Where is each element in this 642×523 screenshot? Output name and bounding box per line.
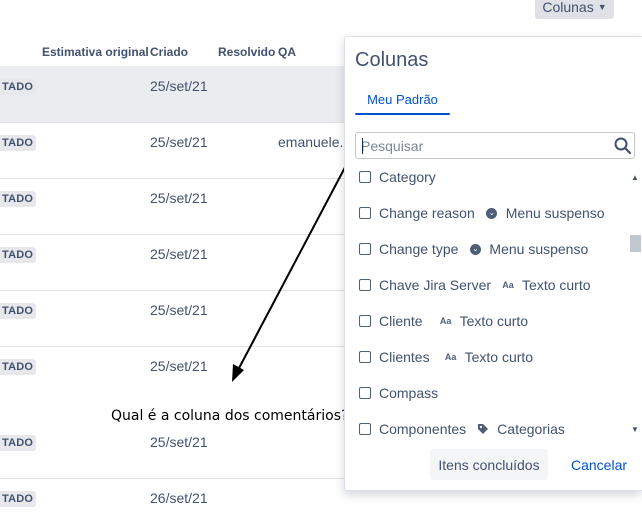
checkbox[interactable] <box>359 315 371 327</box>
tab-active-indicator <box>355 113 450 115</box>
column-name: Clientes <box>379 349 430 365</box>
search-icon[interactable] <box>613 136 633 156</box>
created-date: 25/set/21 <box>150 190 208 206</box>
column-header-original-estimate[interactable]: Estimativa original <box>42 45 149 59</box>
created-date: 25/set/21 <box>150 302 208 318</box>
checkbox[interactable] <box>359 171 371 183</box>
chevron-down-icon: ▼ <box>597 1 607 12</box>
dropdown-icon: ⌄ <box>486 207 498 219</box>
created-date: 25/set/21 <box>150 358 208 374</box>
list-item[interactable]: Componentes Categorias <box>359 419 565 439</box>
list-item[interactable]: Chave Jira Server Aa Texto curto <box>359 275 591 295</box>
row-divider <box>0 178 344 179</box>
scroll-down-icon[interactable]: ▼ <box>631 425 639 434</box>
created-date: 25/set/21 <box>150 434 208 450</box>
column-name: Chave Jira Server <box>379 277 492 293</box>
checkbox[interactable] <box>359 351 371 363</box>
column-name: Category <box>379 169 436 185</box>
column-header-created[interactable]: Criado <box>150 45 188 59</box>
columns-button[interactable]: Colunas ▼ <box>535 0 614 19</box>
list-item[interactable]: Category <box>359 167 436 187</box>
annotation-question: Qual é a coluna dos comentários? <box>111 408 349 424</box>
list-item[interactable]: Change type ⌄ Menu suspenso <box>359 239 588 259</box>
status-badge: TADO <box>0 191 37 207</box>
scroll-up-icon[interactable]: ▲ <box>631 173 639 182</box>
panel-title: Colunas <box>355 49 429 71</box>
short-text-icon: Aa <box>502 280 514 290</box>
column-type: Texto curto <box>464 349 534 365</box>
column-type: Menu suspenso <box>489 241 589 257</box>
column-name: Compass <box>379 385 439 401</box>
status-badge: TADO <box>0 79 37 95</box>
dropdown-icon: ⌄ <box>469 243 481 255</box>
column-type: Texto curto <box>459 313 529 329</box>
status-badge: TADO <box>0 247 37 263</box>
status-badge: TADO <box>0 359 37 375</box>
row-divider <box>0 234 344 235</box>
column-name: Change reason <box>379 205 475 221</box>
short-text-icon: Aa <box>444 352 457 362</box>
list-item[interactable]: Compass <box>359 383 438 403</box>
list-item[interactable]: Change reason ⌄ Menu suspenso <box>359 203 605 223</box>
scrollbar-thumb[interactable] <box>630 235 641 252</box>
column-type: Menu suspenso <box>505 205 605 221</box>
checkbox[interactable] <box>359 279 371 291</box>
list-item[interactable]: Cliente Aa Texto curto <box>359 311 528 331</box>
columns-panel: Colunas Meu Padrão Category Change reaso… <box>344 36 642 491</box>
checkbox[interactable] <box>359 243 371 255</box>
qa-value: emanuele. <box>278 134 344 150</box>
status-badge: TADO <box>0 135 37 151</box>
tab-my-default[interactable]: Meu Padrão <box>355 85 450 113</box>
checkbox[interactable] <box>359 423 371 435</box>
status-badge: TADO <box>0 491 37 507</box>
row-divider <box>0 346 344 347</box>
column-name: Change type <box>379 241 459 257</box>
column-header-resolved[interactable]: Resolvido <box>218 45 275 59</box>
row-divider <box>0 290 344 291</box>
search-box[interactable] <box>355 132 635 159</box>
column-type: Texto curto <box>522 277 591 293</box>
checkbox[interactable] <box>359 387 371 399</box>
created-date: 25/set/21 <box>150 246 208 262</box>
tag-icon <box>474 422 492 436</box>
column-header-qa[interactable]: QA <box>278 45 296 59</box>
column-type: Categorias <box>497 421 565 437</box>
text-caret <box>362 138 363 154</box>
columns-button-label: Colunas <box>542 0 594 15</box>
columns-list: Category Change reason ⌄ Menu suspenso Ch… <box>345 165 642 441</box>
column-name: Cliente <box>379 313 423 329</box>
cancel-button[interactable]: Cancelar <box>565 449 633 480</box>
row-divider <box>0 122 344 123</box>
short-text-icon: Aa <box>439 316 452 326</box>
created-date: 25/set/21 <box>150 78 208 94</box>
search-input[interactable] <box>361 135 606 156</box>
list-item[interactable]: Clientes Aa Texto curto <box>359 347 533 367</box>
table-row-selected[interactable] <box>0 66 344 123</box>
status-badge: TADO <box>0 435 37 451</box>
status-badge: TADO <box>0 303 37 319</box>
created-date: 26/set/21 <box>150 490 208 506</box>
checkbox[interactable] <box>359 207 371 219</box>
row-divider <box>0 478 344 479</box>
done-items-button[interactable]: Itens concluídos <box>430 449 548 480</box>
created-date: 25/set/21 <box>150 134 208 150</box>
column-name: Componentes <box>379 421 467 437</box>
